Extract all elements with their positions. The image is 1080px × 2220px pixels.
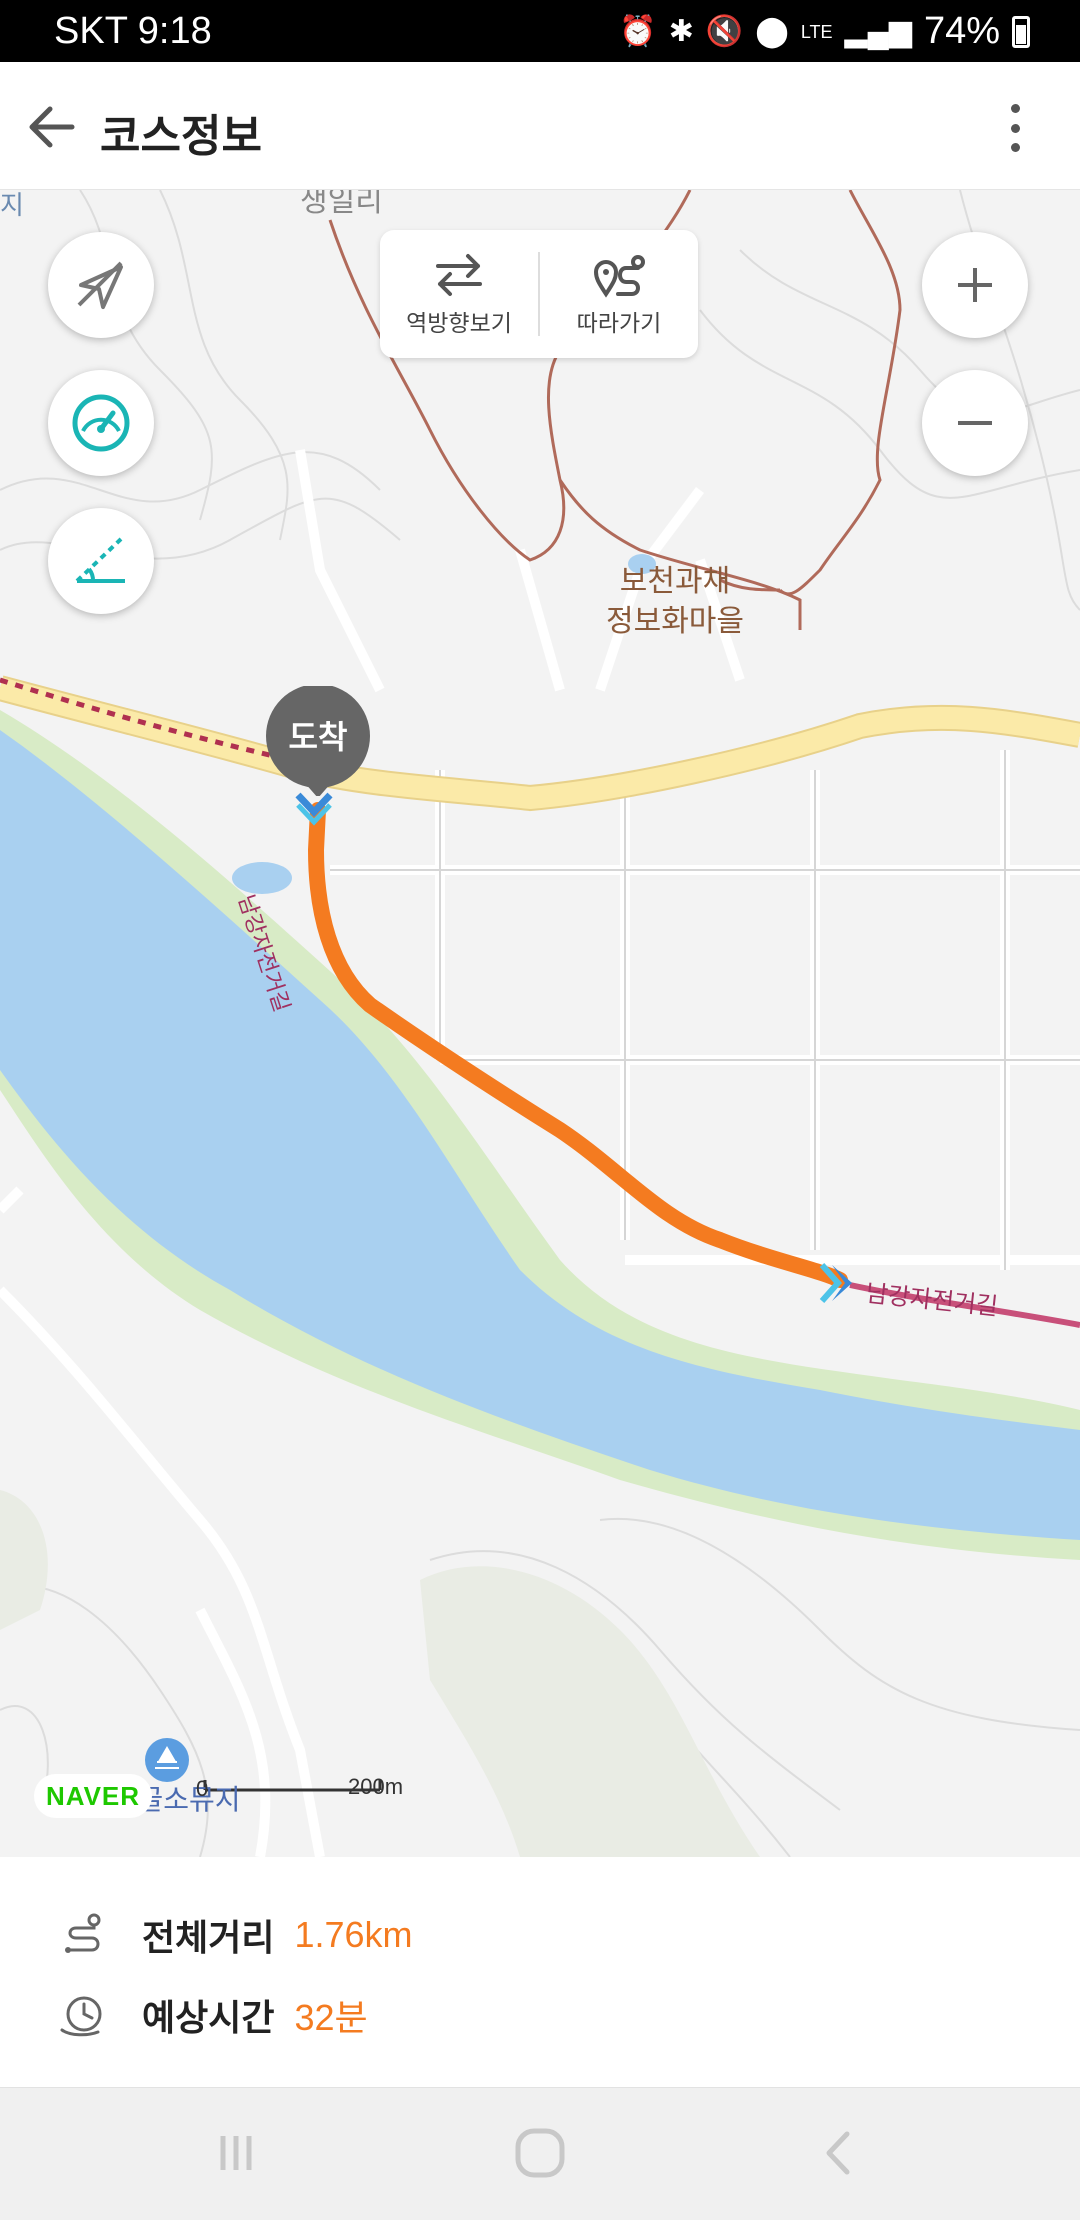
compass-off-icon [77,261,123,309]
status-icons: ⏰ ✱ 🔇 ⬤ LTE ▂▄▆ 74% [619,10,1030,53]
slope-button[interactable] [48,508,154,614]
home-icon [515,2128,565,2178]
battery-icon [1012,15,1030,48]
more-options-button[interactable] [1000,98,1030,158]
more-dot-icon [1010,104,1020,113]
home-button[interactable] [500,2118,580,2188]
back-button[interactable] [18,92,88,162]
follow-route-button[interactable]: 따라가기 [540,230,698,358]
slope-icon [75,537,125,583]
map-label-village: 보천과채 정보화마을 [606,564,744,639]
total-distance-row: 전체거리 1.76km [58,1909,413,1961]
total-distance-label: 전체거리 [142,1918,275,1959]
compass-button[interactable] [48,232,154,338]
estimated-time-row: 예상시간 32분 [58,1989,368,2041]
scale-zero: 0 [196,1776,209,1801]
course-info-panel: 전체거리 1.76km 예상시간 32분 [0,1857,1080,2087]
map-label-top: 생일리 [300,190,383,219]
route-toolbar: 역방향보기 따라가기 [380,230,698,358]
route-distance-icon [65,1913,101,1953]
battery-percent: 74% [923,10,1000,52]
recent-apps-icon [220,2136,252,2170]
arrival-label: 도착 [288,718,348,756]
location-icon: ⬤ [755,15,789,48]
follow-route-label: 따라가기 [576,311,662,337]
follow-route-icon [593,255,645,298]
bluetooth-icon: ✱ [668,15,694,48]
estimated-time-value: 32분 [294,1997,368,2038]
zoom-in-button[interactable] [922,232,1028,338]
minus-icon [958,421,992,425]
speedometer-icon [72,394,130,452]
back-arrow-icon [29,106,75,148]
signal-icon: ▂▄▆ [844,15,912,48]
reverse-direction-button[interactable]: 역방향보기 [380,230,538,358]
clock-icon [60,1996,102,2037]
back-nav-button[interactable] [800,2118,880,2188]
estimated-time-label: 예상시간 [142,1998,275,2039]
reverse-direction-label: 역방향보기 [406,311,512,337]
map-canvas [0,190,1080,1857]
more-dot-icon [1010,123,1020,133]
status-bar: SKT 9:18 ⏰ ✱ 🔇 ⬤ LTE ▂▄▆ 74% [0,0,1080,62]
scale-distance: 200m [348,1774,404,1799]
app-bar: 코스정보 [0,62,1080,190]
network-type: LTE [800,21,833,42]
naver-logo: NAVER [34,1774,152,1818]
zoom-out-button[interactable] [922,370,1028,476]
total-distance-value: 1.76km [294,1914,413,1955]
page-title: 코스정보 [100,111,262,162]
system-nav-bar [0,2087,1080,2220]
back-chevron-icon [826,2131,850,2175]
speedometer-button[interactable] [48,370,154,476]
swap-arrows-icon [436,254,482,296]
status-time: SKT 9:18 [54,10,212,52]
map-view[interactable]: 생일리 지 보천과채 정보화마을 남강자전거길 남강자전거길 오도골소뮤지 도착 [0,190,1080,1857]
plus-icon [958,268,992,302]
map-label-left: 지 [0,191,24,221]
alarm-icon: ⏰ [619,15,657,48]
more-dot-icon [1010,143,1020,152]
recent-apps-button[interactable] [196,2118,276,2188]
mute-icon: 🔇 [705,15,744,48]
